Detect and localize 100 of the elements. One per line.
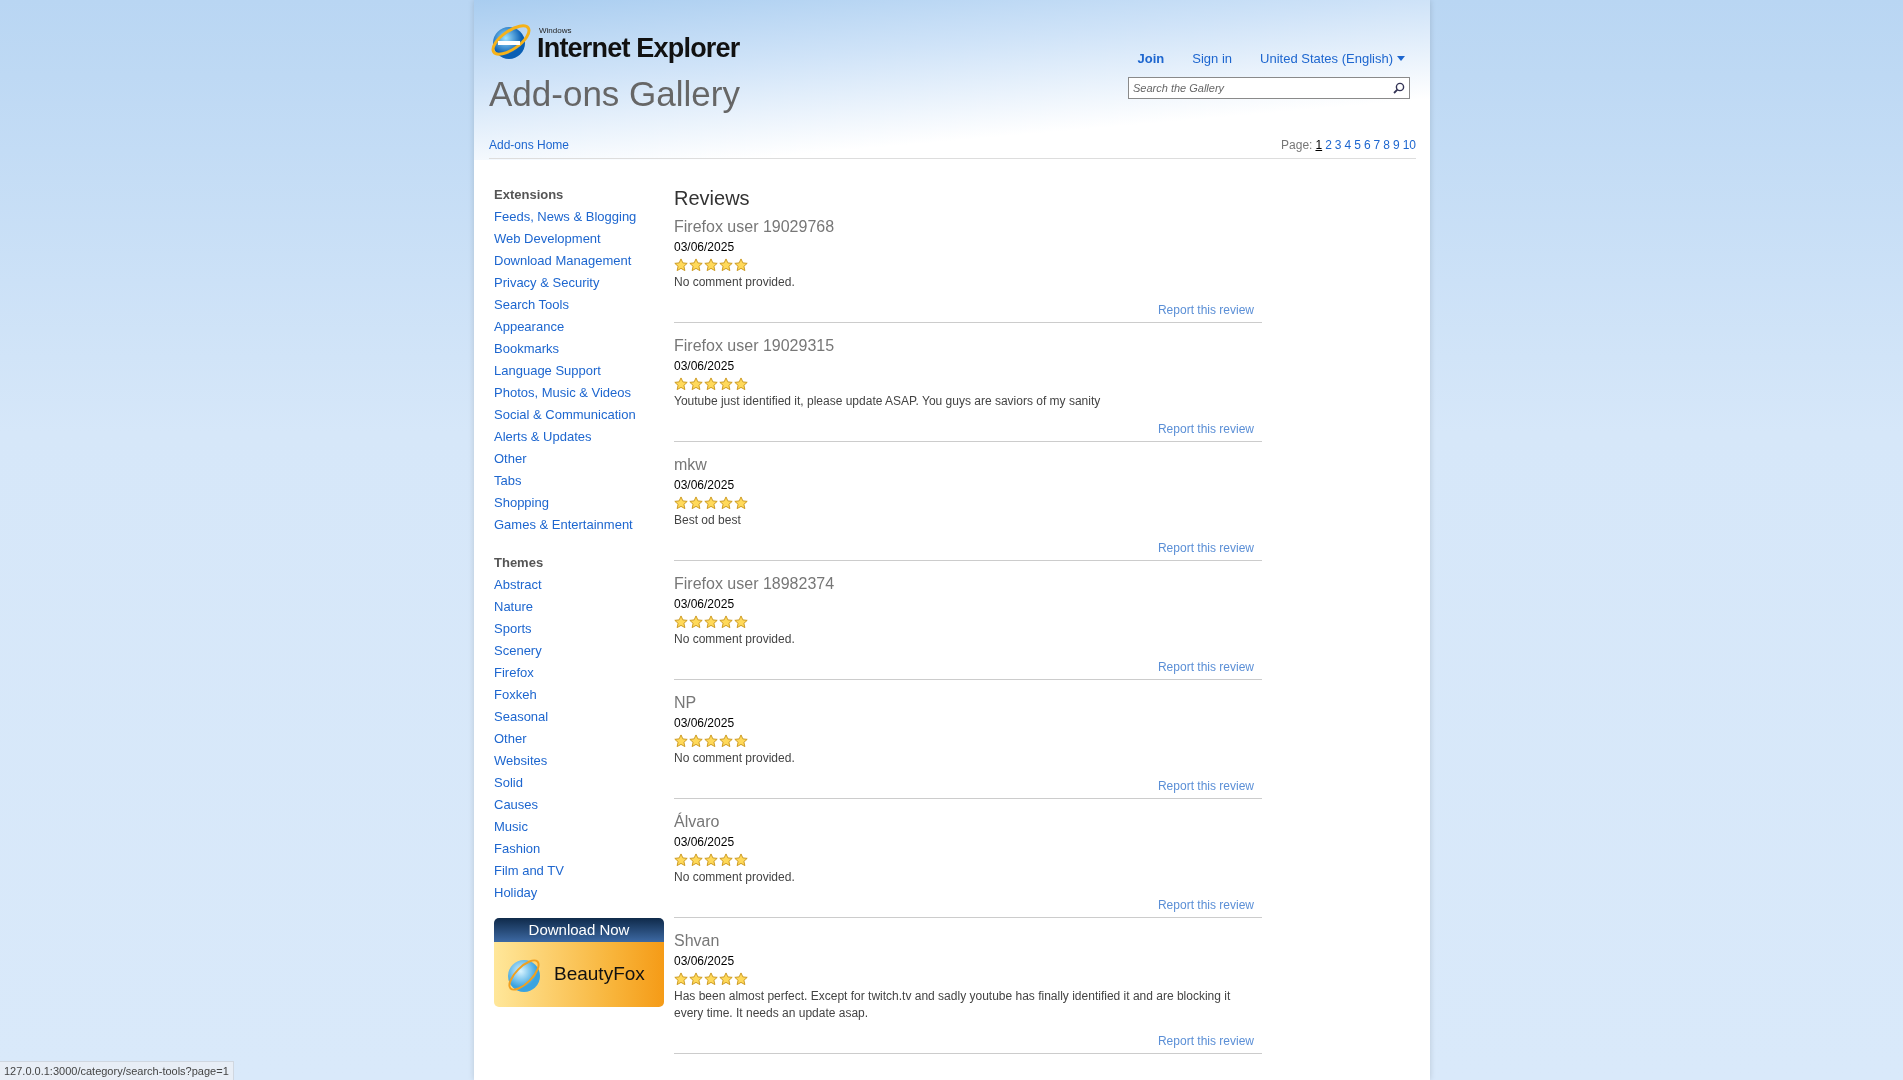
category-heading: Extensions: [494, 186, 565, 204]
page-link[interactable]: 5: [1354, 136, 1361, 154]
banner-title: Download Now: [494, 918, 664, 942]
category-link[interactable]: Abstract: [494, 574, 664, 596]
review-comment: Best od best: [674, 512, 742, 529]
search-field[interactable]: Search the Gallery: [1128, 77, 1410, 99]
star-icon: [704, 377, 718, 391]
category-link[interactable]: Other: [494, 448, 664, 470]
report-link[interactable]: Report this review: [1157, 779, 1254, 793]
review-date: 03/06/2025: [674, 239, 736, 256]
star-icon: [704, 258, 718, 272]
page-link[interactable]: 7: [1373, 136, 1381, 154]
category-link[interactable]: Film and TV: [494, 860, 664, 882]
review-comment: Has been almost perfect. Except for twitch.tv and sadly youtube has finally identified it and are blocking it every time. It needs an update asap.: [674, 988, 1232, 1022]
category-link[interactable]: Fashion: [494, 838, 664, 860]
review-date: 03/06/2025: [674, 834, 736, 851]
report-link[interactable]: Report this review: [1157, 303, 1254, 317]
report-link[interactable]: Report this review: [1157, 660, 1254, 674]
category-link[interactable]: Foxkeh: [494, 684, 664, 706]
caret-icon: [1397, 56, 1405, 62]
star-icon: [704, 615, 718, 629]
category-link[interactable]: Web Development: [494, 228, 664, 250]
star-icon: [704, 853, 718, 867]
review-comment: No comment provided.: [674, 869, 796, 886]
star-icon: [719, 496, 733, 510]
review-date: 03/06/2025: [674, 358, 736, 375]
page-link[interactable]: 8: [1383, 136, 1390, 154]
category-link[interactable]: Photos, Music & Videos: [494, 382, 664, 404]
star-icon: [689, 615, 703, 629]
star-icon: [704, 496, 718, 510]
search-icon[interactable]: [1393, 82, 1405, 94]
page-link[interactable]: 4: [1344, 136, 1352, 154]
report-link[interactable]: Report this review: [1157, 1034, 1254, 1048]
page-link[interactable]: 2: [1325, 136, 1332, 154]
star-icon: [689, 972, 703, 986]
category-link[interactable]: Firefox: [494, 662, 664, 684]
section-heading: Reviews: [674, 186, 751, 211]
nav-link[interactable]: Join: [1137, 49, 1165, 69]
page-link[interactable]: 10: [1402, 136, 1416, 154]
star-icon: [719, 258, 733, 272]
category-link[interactable]: Appearance: [494, 316, 664, 338]
language-dropdown[interactable]: United States (English): [1260, 49, 1405, 69]
page-title: Add-ons Gallery: [489, 76, 740, 111]
category-link[interactable]: Privacy & Security: [494, 272, 664, 294]
category-link[interactable]: Shopping: [494, 492, 664, 514]
review-date: 03/06/2025: [674, 596, 736, 613]
page-link[interactable]: 6: [1363, 136, 1371, 154]
category-link[interactable]: Download Management: [494, 250, 664, 272]
review-date: 03/06/2025: [674, 477, 736, 494]
category-link[interactable]: Music: [494, 816, 664, 838]
category-link[interactable]: Games & Entertainment: [494, 514, 664, 536]
star-icon: [719, 853, 733, 867]
category-link[interactable]: Holiday: [494, 882, 664, 904]
category-link[interactable]: Feeds, News & Blogging: [494, 206, 664, 228]
star-icon: [674, 972, 688, 986]
review-comment: No comment provided.: [674, 274, 796, 291]
category-link[interactable]: Causes: [494, 794, 664, 816]
report-link[interactable]: Report this review: [1157, 898, 1254, 912]
category-link[interactable]: Search Tools: [494, 294, 664, 316]
page-link[interactable]: 3: [1334, 136, 1342, 154]
breadcrumb-link[interactable]: Add-ons Home: [489, 136, 570, 154]
category-link[interactable]: Seasonal: [494, 706, 664, 728]
category-link[interactable]: Other: [494, 728, 664, 750]
star-icon: [704, 734, 718, 748]
category-link[interactable]: Social & Communication: [494, 404, 664, 426]
star-icon: [674, 496, 688, 510]
category-link[interactable]: Nature: [494, 596, 664, 618]
star-icon: [674, 377, 688, 391]
banner-product-name: BeautyFox: [554, 962, 645, 987]
category-link[interactable]: Tabs: [494, 470, 664, 492]
category-link[interactable]: Alerts & Updates: [494, 426, 664, 448]
star-icon: [674, 853, 688, 867]
reviewer-name: Firefox user 19029315: [674, 336, 836, 356]
page-link[interactable]: 1: [1315, 136, 1323, 154]
star-icon: [674, 615, 688, 629]
review-date: 03/06/2025: [674, 953, 736, 970]
nav-link[interactable]: Sign in: [1192, 49, 1233, 69]
star-icon: [719, 377, 733, 391]
category-link[interactable]: Scenery: [494, 640, 664, 662]
star-icon: [734, 615, 748, 629]
star-icon: [689, 853, 703, 867]
logo-small-text: Windows: [539, 26, 573, 35]
category-link[interactable]: Language Support: [494, 360, 664, 382]
review-comment: No comment provided.: [674, 631, 796, 648]
report-link[interactable]: Report this review: [1157, 541, 1254, 555]
star-icon: [689, 377, 703, 391]
star-icon: [719, 615, 733, 629]
star-icon: [734, 734, 748, 748]
category-link[interactable]: Solid: [494, 772, 664, 794]
page-link[interactable]: 9: [1392, 136, 1400, 154]
logo-text: Internet Explorer: [537, 32, 740, 63]
category-link[interactable]: Bookmarks: [494, 338, 664, 360]
category-link[interactable]: Websites: [494, 750, 664, 772]
report-link[interactable]: Report this review: [1157, 422, 1254, 436]
reviewer-name: Shvan: [674, 931, 721, 951]
category-link[interactable]: Sports: [494, 618, 664, 640]
star-icon: [734, 258, 748, 272]
review-comment: Youtube just identified it, please update ASAP. You guys are saviors of my sanity: [674, 393, 1102, 410]
status-bar: 127.0.0.1:3000/category/search-tools?page=1: [0, 1060, 234, 1080]
star-icon: [689, 734, 703, 748]
